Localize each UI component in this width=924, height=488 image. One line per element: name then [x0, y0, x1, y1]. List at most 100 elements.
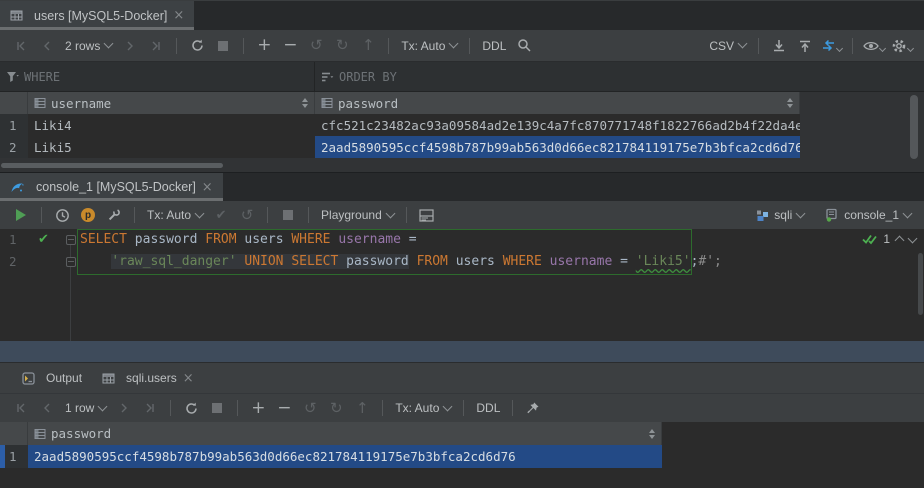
sort-toggle-icon[interactable] — [643, 429, 655, 439]
order-by-placeholder: ORDER BY — [339, 70, 397, 84]
pin-tab-icon[interactable] — [523, 397, 543, 419]
sort-toggle-icon[interactable] — [781, 98, 793, 108]
first-page-button[interactable] — [11, 35, 31, 57]
where-filter-field[interactable]: WHERE — [0, 62, 315, 91]
parameters-icon[interactable]: p — [78, 204, 98, 226]
row-number[interactable]: 1 — [0, 114, 28, 136]
last-page-button[interactable] — [146, 35, 166, 57]
output-layout-icon[interactable] — [417, 204, 437, 226]
reload-data-icon[interactable] — [187, 35, 207, 57]
tx-mode-selector[interactable]: Tx: Auto — [401, 39, 457, 53]
fold-marker-icon[interactable] — [66, 235, 76, 245]
session-label: console_1 — [844, 208, 899, 222]
editor-scrollbar[interactable] — [918, 253, 923, 315]
stop-button[interactable] — [213, 35, 233, 57]
redo-icon[interactable]: ↻ — [326, 397, 346, 419]
rollback-icon[interactable]: ↺ — [237, 204, 257, 226]
session-selector[interactable]: console_1 — [825, 208, 911, 222]
undo-icon[interactable]: ↺ — [306, 35, 326, 57]
chevron-down-icon — [449, 39, 459, 49]
line-number: 2 — [9, 251, 29, 273]
sql-line-2[interactable]: 'raw_sql_danger' UNION SELECT password F… — [80, 251, 722, 273]
tab-output[interactable]: Output — [12, 363, 92, 393]
reload-data-icon[interactable] — [181, 397, 201, 419]
chevron-down-icon — [738, 39, 748, 49]
close-icon[interactable]: × — [173, 9, 184, 22]
export-format-selector[interactable]: CSV — [709, 39, 746, 53]
tx-mode-selector[interactable]: Tx: Auto — [395, 401, 451, 415]
sql-keyword: WHERE — [503, 254, 542, 269]
tx-mode-selector[interactable]: Tx: Auto — [147, 208, 203, 222]
p-badge: p — [81, 208, 95, 222]
page-size-selector[interactable]: 2 rows — [65, 39, 112, 53]
redo-icon[interactable]: ↻ — [332, 35, 352, 57]
tab-sqli-users-result[interactable]: sqli.users × — [92, 363, 204, 393]
fold-marker-icon[interactable] — [66, 257, 76, 267]
column-name: password — [338, 96, 398, 111]
csv-label: CSV — [709, 39, 734, 53]
next-problem-icon[interactable] — [908, 233, 918, 243]
playground-selector[interactable]: Playground — [321, 208, 394, 222]
search-icon[interactable] — [514, 35, 534, 57]
stop-button[interactable] — [207, 397, 227, 419]
close-icon[interactable]: × — [202, 181, 213, 194]
submit-changes-icon[interactable]: ↑ — [352, 397, 372, 419]
next-page-button[interactable] — [120, 35, 140, 57]
tab-console-1[interactable]: console_1 [MySQL5-Docker] × — [0, 173, 223, 201]
row-number[interactable]: 2 — [0, 136, 28, 158]
vertical-scrollbar[interactable] — [910, 95, 918, 159]
view-options-eye-icon[interactable] — [863, 35, 885, 57]
next-page-button[interactable] — [114, 397, 134, 419]
undo-icon[interactable]: ↺ — [300, 397, 320, 419]
panel-splitter[interactable] — [0, 341, 924, 362]
order-by-filter-field[interactable]: ORDER BY — [315, 62, 924, 91]
delete-row-button[interactable]: − — [280, 35, 300, 57]
previous-page-button[interactable] — [37, 397, 57, 419]
first-page-button[interactable] — [11, 397, 31, 419]
gear-settings-icon[interactable] — [891, 35, 913, 57]
stop-button[interactable] — [278, 204, 298, 226]
cell-password[interactable]: cfc521c23482ac93a09584ad2e139c4a7fc87077… — [315, 114, 800, 136]
ddl-button[interactable]: DDL — [482, 39, 506, 53]
wrench-icon[interactable] — [104, 204, 124, 226]
column-header-password[interactable]: password — [28, 422, 662, 445]
filter-funnel-icon — [6, 71, 19, 83]
sql-identifier: password — [346, 254, 409, 269]
add-row-button[interactable]: + — [254, 35, 274, 57]
tab-title: sqli.users — [126, 371, 177, 385]
cell-password-selected[interactable]: 2aad5890595ccf4598b787b99ab563d0d66ec821… — [315, 136, 800, 158]
ddl-label: DDL — [476, 401, 500, 415]
tx-label: Tx: Auto — [147, 208, 191, 222]
inspection-widget[interactable]: 1 — [862, 232, 916, 246]
ddl-button[interactable]: DDL — [476, 401, 500, 415]
stop-icon — [283, 210, 293, 220]
compare-data-icon[interactable] — [821, 35, 842, 57]
import-data-icon[interactable] — [795, 35, 815, 57]
console-tabstrip: console_1 [MySQL5-Docker] × — [0, 172, 924, 201]
commit-icon[interactable]: ✔ — [211, 204, 231, 226]
sql-editor[interactable]: 1 2 ✔ SELECT password FROM users WHERE u… — [0, 229, 924, 342]
close-icon[interactable]: × — [183, 372, 194, 385]
tab-users-table[interactable]: users [MySQL5-Docker] × — [0, 1, 194, 30]
add-row-button[interactable]: + — [248, 397, 268, 419]
column-header-username[interactable]: username — [28, 92, 315, 114]
sort-toggle-icon[interactable] — [296, 98, 308, 108]
cell-password-selected[interactable]: 2aad5890595ccf4598b787b99ab563d0d66ec821… — [28, 445, 662, 468]
sql-line-1[interactable]: SELECT password FROM users WHERE usernam… — [80, 229, 417, 251]
previous-page-button[interactable] — [37, 35, 57, 57]
cell-username[interactable]: Liki4 — [28, 114, 315, 136]
submit-changes-icon[interactable]: ↑ — [358, 35, 378, 57]
horizontal-scrollbar[interactable] — [1, 163, 223, 168]
run-button[interactable] — [11, 204, 31, 226]
delete-row-button[interactable]: − — [274, 397, 294, 419]
sql-identifier: password — [127, 232, 205, 247]
export-data-icon[interactable] — [769, 35, 789, 57]
history-clock-icon[interactable] — [52, 204, 72, 226]
last-page-button[interactable] — [140, 397, 160, 419]
cell-username[interactable]: Liki5 — [28, 136, 315, 158]
schema-selector[interactable]: sqli — [756, 208, 804, 222]
sql-operator: = — [409, 232, 417, 247]
previous-problem-icon[interactable] — [895, 235, 905, 245]
column-header-password[interactable]: password — [315, 92, 800, 114]
page-size-selector[interactable]: 1 row — [65, 401, 106, 415]
